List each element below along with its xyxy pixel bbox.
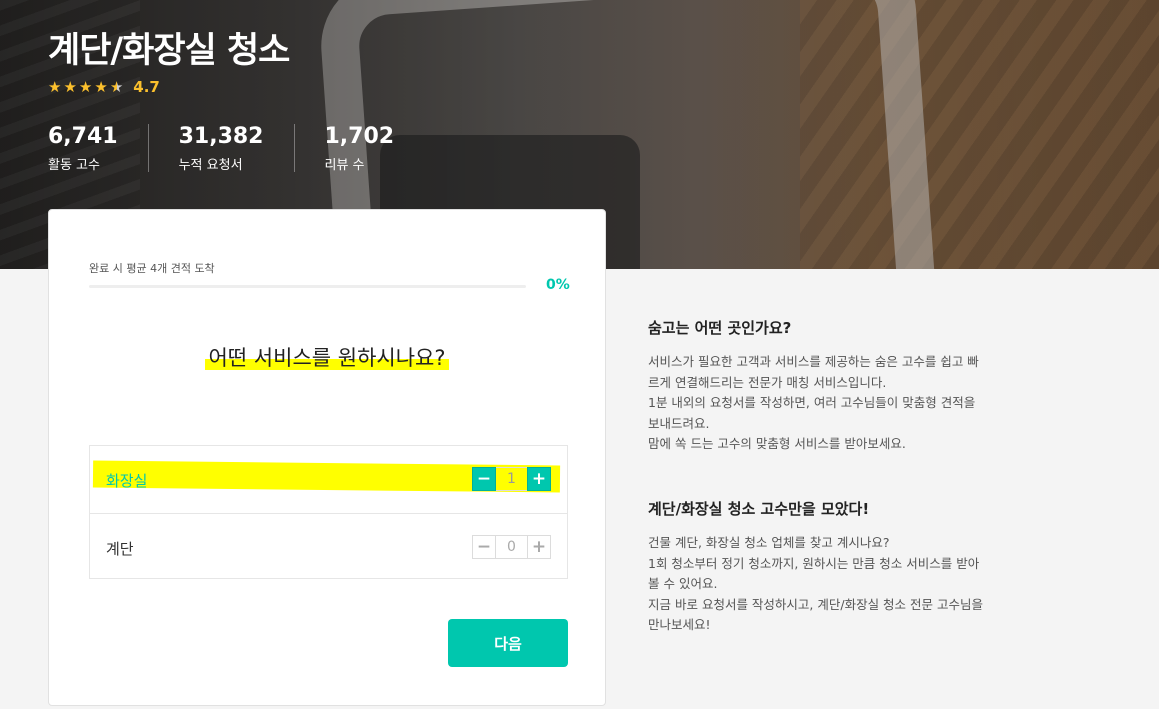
stats-bar: 6,741 활동 고수 31,382 누적 요청서 1,702 리뷰 수 <box>48 124 454 173</box>
minus-icon[interactable]: − <box>472 535 496 559</box>
minus-icon[interactable]: − <box>472 467 496 491</box>
section-body: 건물 계단, 화장실 청소 업체를 찾고 계시나요? 1회 청소부터 정기 청소… <box>648 533 1028 636</box>
star-icon: ★ <box>63 78 77 96</box>
info-section-about: 숨고는 어떤 곳인가요? 서비스가 필요한 고객과 서비스를 제공하는 숨은 고… <box>648 317 1028 455</box>
quantity-stepper: − 0 + <box>472 535 551 559</box>
quantity-value: 0 <box>496 535 527 559</box>
stat-label: 누적 요청서 <box>178 158 243 173</box>
body-line: 만나보세요! <box>648 617 711 632</box>
progress-percent: 0% <box>546 277 570 293</box>
service-options: 화장실 − 1 + 계단 − 0 + <box>89 445 568 579</box>
section-title: 숨고는 어떤 곳인가요? <box>648 319 792 337</box>
question-heading: 어떤 서비스를 원하시나요? <box>49 342 605 372</box>
option-label: 화장실 <box>106 472 148 490</box>
stat-review-count: 1,702 리뷰 수 <box>324 124 425 173</box>
plus-icon[interactable]: + <box>527 535 551 559</box>
rating-value: 4.7 <box>133 78 160 96</box>
body-line: 서비스가 필요한 고객과 서비스를 제공하는 숨은 고수를 쉽고 빠 <box>648 354 979 369</box>
quantity-value: 1 <box>496 467 527 491</box>
body-line: 보내드려요. <box>648 415 710 431</box>
rating: ★ ★ ★ ★ ★ 4.7 <box>48 78 160 96</box>
body-line: 1회 청소부터 정기 청소까지, 원하시는 만큼 청소 서비스를 받아 <box>648 555 980 571</box>
stat-value: 31,382 <box>178 124 264 149</box>
stat-active-pros: 6,741 활동 고수 <box>48 124 149 173</box>
half-star-icon: ★ <box>109 78 124 96</box>
section-title: 계단/화장실 청소 고수만을 모았다! <box>648 500 870 518</box>
progress-label: 완료 시 평균 4개 견적 도착 <box>89 262 215 275</box>
body-line: 건물 계단, 화장실 청소 업체를 찾고 계시나요? <box>648 535 890 550</box>
next-button[interactable]: 다음 <box>448 619 568 667</box>
stat-label: 활동 고수 <box>48 158 100 173</box>
quantity-stepper: − 1 + <box>472 467 551 491</box>
option-label: 계단 <box>106 540 134 558</box>
option-bathroom[interactable]: 화장실 − 1 + <box>90 446 567 513</box>
star-icon: ★ <box>48 78 62 96</box>
body-line: 지금 바로 요청서를 작성하시고, 계단/화장실 청소 전문 고수님을 <box>648 596 983 612</box>
plus-icon[interactable]: + <box>527 467 551 491</box>
stat-total-requests: 31,382 누적 요청서 <box>178 124 295 173</box>
stat-value: 6,741 <box>48 124 118 149</box>
option-stairs[interactable]: 계단 − 0 + <box>90 513 567 580</box>
question-text: 어떤 서비스를 원하시나요? <box>205 346 449 370</box>
body-line: 맘에 쏙 드는 고수의 맞춤형 서비스를 받아보세요. <box>648 436 906 451</box>
section-body: 서비스가 필요한 고객과 서비스를 제공하는 숨은 고수를 쉽고 빠 르게 연결… <box>648 352 1028 455</box>
page-title: 계단/화장실 청소 <box>48 31 290 71</box>
info-section-pros: 계단/화장실 청소 고수만을 모았다! 건물 계단, 화장실 청소 업체를 찾고… <box>648 498 1028 636</box>
body-line: 르게 연결해드리는 전문가 매칭 서비스입니다. <box>648 374 887 390</box>
body-line: 볼 수 있어요. <box>648 576 718 591</box>
star-icon: ★ <box>94 78 108 96</box>
progress-bar <box>89 285 526 288</box>
stat-label: 리뷰 수 <box>324 158 365 173</box>
request-form-card: 완료 시 평균 4개 견적 도착 0% 어떤 서비스를 원하시나요? 화장실 −… <box>48 209 606 706</box>
body-line: 1분 내외의 요청서를 작성하면, 여러 고수님들이 맞춤형 견적을 <box>648 395 976 410</box>
stat-value: 1,702 <box>324 124 395 149</box>
star-icon: ★ <box>78 78 93 96</box>
